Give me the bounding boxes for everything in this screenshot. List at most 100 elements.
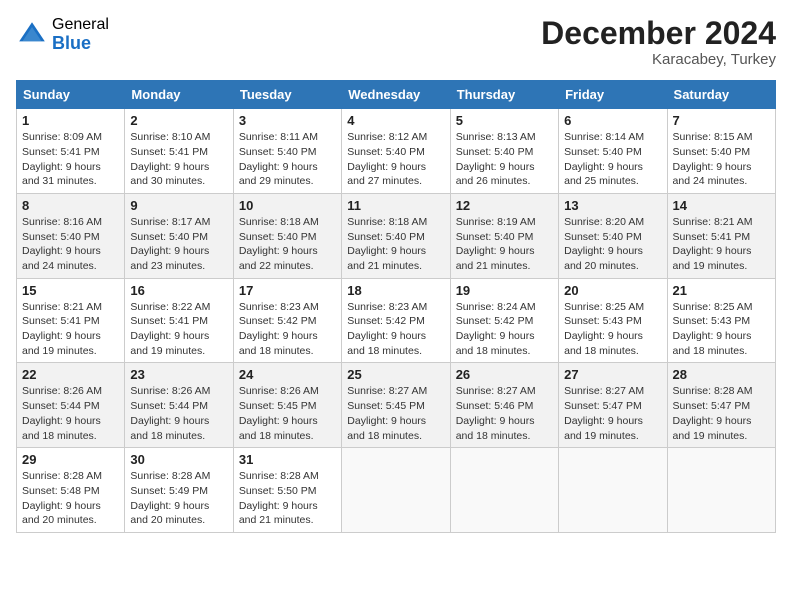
calendar-cell: 15 Sunrise: 8:21 AMSunset: 5:41 PMDayligh… (17, 278, 125, 363)
calendar-cell: 31 Sunrise: 8:28 AMSunset: 5:50 PMDayligh… (233, 448, 341, 533)
calendar-cell: 12 Sunrise: 8:19 AMSunset: 5:40 PMDayligh… (450, 193, 558, 278)
day-info: Sunrise: 8:24 AMSunset: 5:42 PMDaylight:… (456, 300, 553, 359)
day-number: 3 (239, 113, 336, 128)
day-number: 28 (673, 367, 770, 382)
calendar-week-3: 15 Sunrise: 8:21 AMSunset: 5:41 PMDayligh… (17, 278, 776, 363)
day-number: 6 (564, 113, 661, 128)
day-info: Sunrise: 8:28 AMSunset: 5:48 PMDaylight:… (22, 469, 119, 528)
calendar-cell: 23 Sunrise: 8:26 AMSunset: 5:44 PMDayligh… (125, 363, 233, 448)
calendar-cell: 26 Sunrise: 8:27 AMSunset: 5:46 PMDayligh… (450, 363, 558, 448)
day-number: 26 (456, 367, 553, 382)
calendar-cell: 7Sunrise: 8:15 AMSunset: 5:40 PMDaylight… (667, 109, 775, 194)
day-info: Sunrise: 8:09 AMSunset: 5:41 PMDaylight:… (22, 130, 119, 189)
title-block: December 2024 Karacabey, Turkey (541, 16, 776, 68)
logo-text: General Blue (52, 16, 109, 53)
day-info: Sunrise: 8:16 AMSunset: 5:40 PMDaylight:… (22, 215, 119, 274)
day-number: 15 (22, 283, 119, 298)
logo-general: General (52, 16, 109, 34)
day-info: Sunrise: 8:12 AMSunset: 5:40 PMDaylight:… (347, 130, 444, 189)
calendar-cell: 27Sunrise: 8:27 AMSunset: 5:47 PMDayligh… (559, 363, 667, 448)
logo: General Blue (16, 16, 109, 53)
calendar-table: SundayMondayTuesdayWednesdayThursdayFrid… (16, 80, 776, 533)
day-info: Sunrise: 8:14 AMSunset: 5:40 PMDaylight:… (564, 130, 661, 189)
calendar-cell: 28Sunrise: 8:28 AMSunset: 5:47 PMDayligh… (667, 363, 775, 448)
day-number: 14 (673, 198, 770, 213)
day-info: Sunrise: 8:25 AMSunset: 5:43 PMDaylight:… (564, 300, 661, 359)
day-info: Sunrise: 8:21 AMSunset: 5:41 PMDaylight:… (22, 300, 119, 359)
day-info: Sunrise: 8:11 AMSunset: 5:40 PMDaylight:… (239, 130, 336, 189)
calendar-cell: 4Sunrise: 8:12 AMSunset: 5:40 PMDaylight… (342, 109, 450, 194)
calendar-cell: 1 Sunrise: 8:09 AMSunset: 5:41 PMDaylight… (17, 109, 125, 194)
calendar-cell: 25 Sunrise: 8:27 AMSunset: 5:45 PMDayligh… (342, 363, 450, 448)
day-info: Sunrise: 8:28 AMSunset: 5:50 PMDaylight:… (239, 469, 336, 528)
day-number: 16 (130, 283, 227, 298)
day-number: 30 (130, 452, 227, 467)
calendar-week-4: 22Sunrise: 8:26 AMSunset: 5:44 PMDayligh… (17, 363, 776, 448)
day-number: 10 (239, 198, 336, 213)
day-info: Sunrise: 8:26 AMSunset: 5:44 PMDaylight:… (130, 384, 227, 443)
calendar-cell: 5Sunrise: 8:13 AMSunset: 5:40 PMDaylight… (450, 109, 558, 194)
day-info: Sunrise: 8:28 AMSunset: 5:49 PMDaylight:… (130, 469, 227, 528)
calendar-cell (667, 448, 775, 533)
calendar-cell: 9 Sunrise: 8:17 AMSunset: 5:40 PMDaylight… (125, 193, 233, 278)
calendar-cell: 8Sunrise: 8:16 AMSunset: 5:40 PMDaylight… (17, 193, 125, 278)
calendar-cell: 20 Sunrise: 8:25 AMSunset: 5:43 PMDayligh… (559, 278, 667, 363)
day-number: 29 (22, 452, 119, 467)
calendar-cell: 18Sunrise: 8:23 AMSunset: 5:42 PMDayligh… (342, 278, 450, 363)
day-info: Sunrise: 8:18 AMSunset: 5:40 PMDaylight:… (347, 215, 444, 274)
calendar-cell: 22Sunrise: 8:26 AMSunset: 5:44 PMDayligh… (17, 363, 125, 448)
calendar-week-2: 8Sunrise: 8:16 AMSunset: 5:40 PMDaylight… (17, 193, 776, 278)
month-title: December 2024 (541, 16, 776, 51)
day-header-tuesday: Tuesday (233, 81, 341, 109)
calendar-cell (450, 448, 558, 533)
day-header-sunday: Sunday (17, 81, 125, 109)
day-header-wednesday: Wednesday (342, 81, 450, 109)
day-info: Sunrise: 8:18 AMSunset: 5:40 PMDaylight:… (239, 215, 336, 274)
calendar-cell (559, 448, 667, 533)
day-info: Sunrise: 8:22 AMSunset: 5:41 PMDaylight:… (130, 300, 227, 359)
day-info: Sunrise: 8:26 AMSunset: 5:44 PMDaylight:… (22, 384, 119, 443)
calendar-cell: 2 Sunrise: 8:10 AMSunset: 5:41 PMDaylight… (125, 109, 233, 194)
day-info: Sunrise: 8:23 AMSunset: 5:42 PMDaylight:… (239, 300, 336, 359)
day-info: Sunrise: 8:19 AMSunset: 5:40 PMDaylight:… (456, 215, 553, 274)
day-info: Sunrise: 8:27 AMSunset: 5:47 PMDaylight:… (564, 384, 661, 443)
day-number: 11 (347, 198, 444, 213)
day-number: 20 (564, 283, 661, 298)
calendar-week-5: 29 Sunrise: 8:28 AMSunset: 5:48 PMDayligh… (17, 448, 776, 533)
day-info: Sunrise: 8:27 AMSunset: 5:45 PMDaylight:… (347, 384, 444, 443)
day-number: 7 (673, 113, 770, 128)
day-header-friday: Friday (559, 81, 667, 109)
day-number: 23 (130, 367, 227, 382)
day-info: Sunrise: 8:27 AMSunset: 5:46 PMDaylight:… (456, 384, 553, 443)
day-number: 2 (130, 113, 227, 128)
calendar-cell: 13 Sunrise: 8:20 AMSunset: 5:40 PMDayligh… (559, 193, 667, 278)
day-number: 13 (564, 198, 661, 213)
page-header: General Blue December 2024 Karacabey, Tu… (16, 16, 776, 68)
day-info: Sunrise: 8:17 AMSunset: 5:40 PMDaylight:… (130, 215, 227, 274)
day-info: Sunrise: 8:13 AMSunset: 5:40 PMDaylight:… (456, 130, 553, 189)
day-header-saturday: Saturday (667, 81, 775, 109)
day-number: 25 (347, 367, 444, 382)
day-number: 24 (239, 367, 336, 382)
calendar-cell: 6 Sunrise: 8:14 AMSunset: 5:40 PMDaylight… (559, 109, 667, 194)
calendar-cell: 14Sunrise: 8:21 AMSunset: 5:41 PMDayligh… (667, 193, 775, 278)
calendar-cell: 17 Sunrise: 8:23 AMSunset: 5:42 PMDayligh… (233, 278, 341, 363)
calendar-cell: 16 Sunrise: 8:22 AMSunset: 5:41 PMDayligh… (125, 278, 233, 363)
calendar-cell (342, 448, 450, 533)
day-info: Sunrise: 8:10 AMSunset: 5:41 PMDaylight:… (130, 130, 227, 189)
day-number: 12 (456, 198, 553, 213)
calendar-cell: 19 Sunrise: 8:24 AMSunset: 5:42 PMDayligh… (450, 278, 558, 363)
calendar-cell: 3 Sunrise: 8:11 AMSunset: 5:40 PMDaylight… (233, 109, 341, 194)
day-info: Sunrise: 8:20 AMSunset: 5:40 PMDaylight:… (564, 215, 661, 274)
calendar-cell: 10 Sunrise: 8:18 AMSunset: 5:40 PMDayligh… (233, 193, 341, 278)
logo-blue: Blue (52, 34, 109, 54)
day-info: Sunrise: 8:23 AMSunset: 5:42 PMDaylight:… (347, 300, 444, 359)
day-number: 31 (239, 452, 336, 467)
location-subtitle: Karacabey, Turkey (541, 51, 776, 68)
calendar-week-1: 1 Sunrise: 8:09 AMSunset: 5:41 PMDaylight… (17, 109, 776, 194)
day-number: 17 (239, 283, 336, 298)
day-number: 19 (456, 283, 553, 298)
logo-icon (16, 19, 48, 51)
day-number: 9 (130, 198, 227, 213)
day-number: 1 (22, 113, 119, 128)
